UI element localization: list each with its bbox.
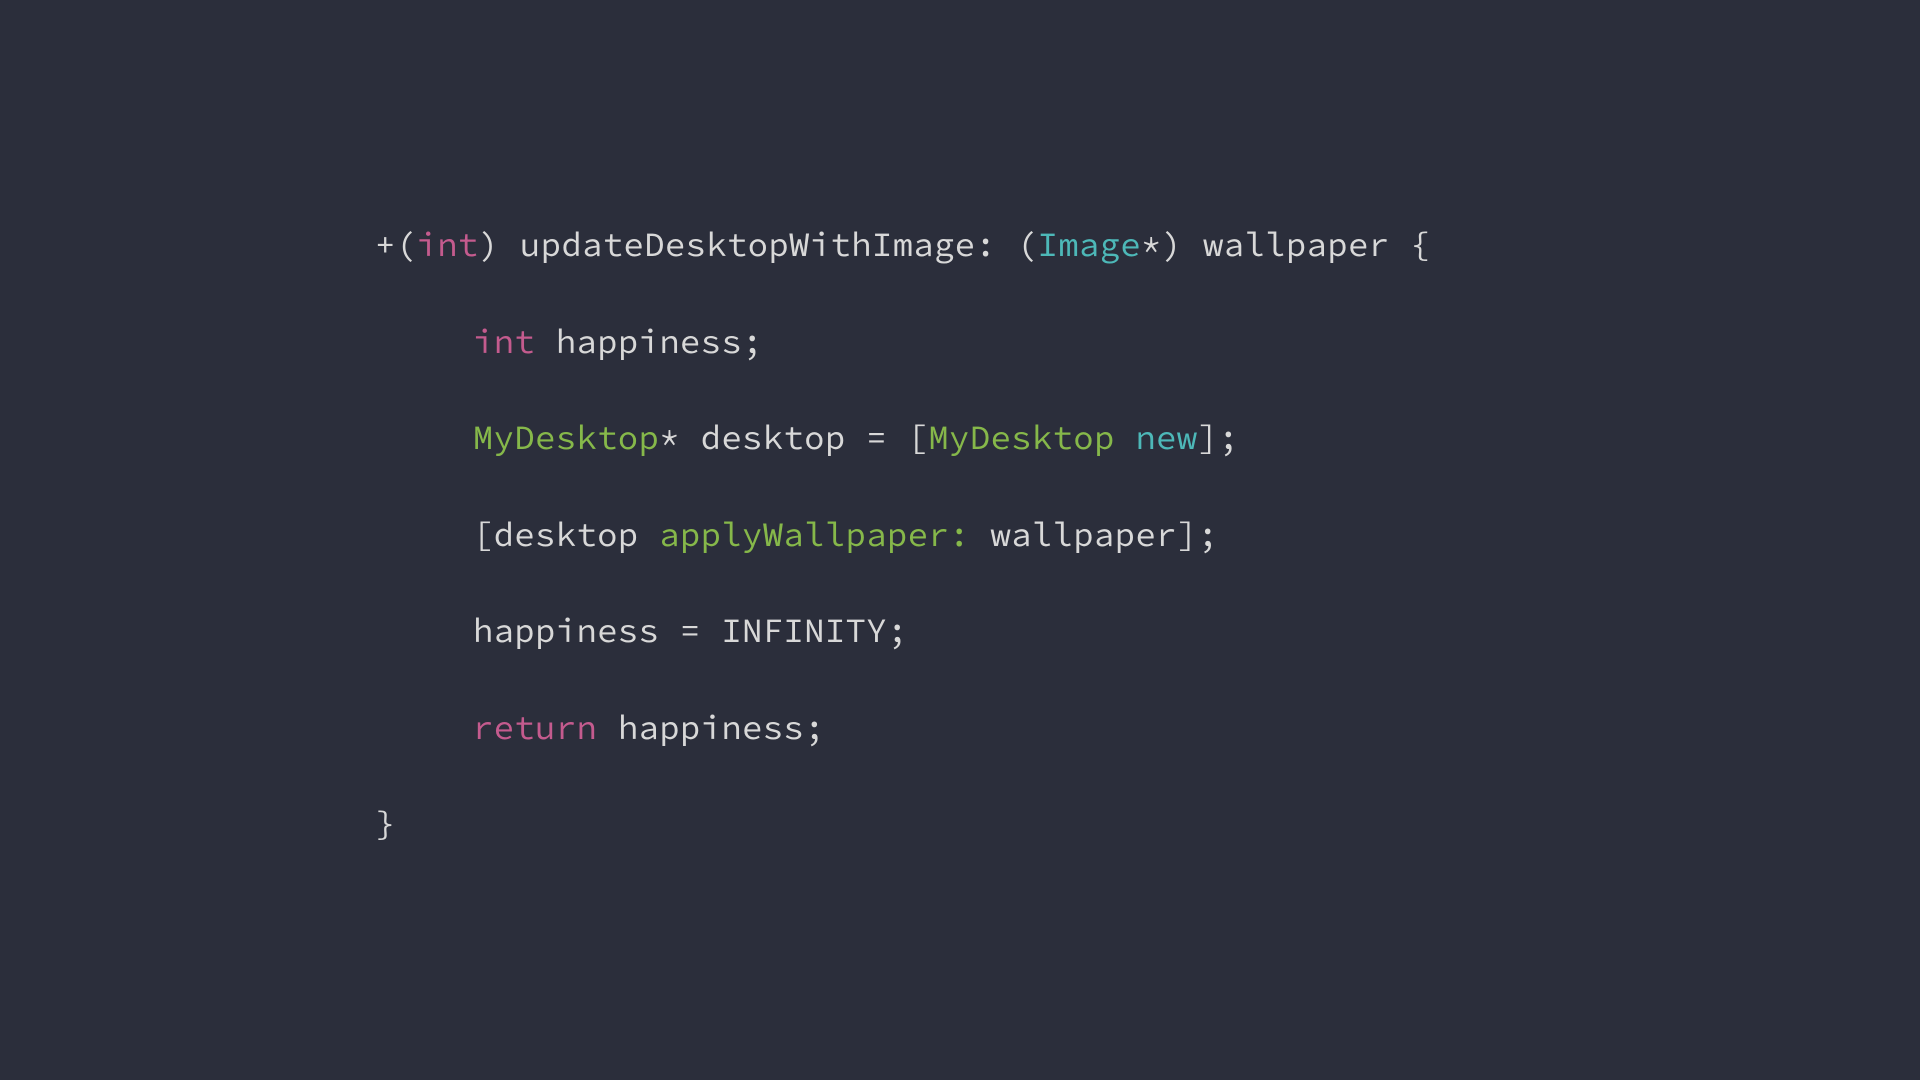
code-token: desktop: [494, 514, 639, 556]
code-token: return: [473, 707, 597, 749]
code-token: [: [908, 417, 929, 459]
code-token: [499, 224, 520, 266]
code-token: desktop: [701, 417, 846, 459]
code-line-2: int happiness;: [375, 318, 1431, 366]
code-token: ): [1162, 224, 1183, 266]
code-token: [597, 707, 618, 749]
code-token: (: [396, 224, 417, 266]
code-token: ): [479, 224, 500, 266]
code-token: =: [680, 610, 701, 652]
code-token: [659, 610, 680, 652]
code-token: MyDesktop: [473, 417, 659, 459]
code-token: [996, 224, 1017, 266]
code-token: new: [1135, 417, 1197, 459]
code-token: [1182, 224, 1203, 266]
code-token: ]: [1177, 514, 1198, 556]
code-block: +(int) updateDesktopWithImage: (Image*) …: [0, 173, 1431, 897]
code-token: =: [866, 417, 887, 459]
code-token: ;: [1197, 514, 1218, 556]
code-token: [1115, 417, 1136, 459]
code-token: happiness: [618, 707, 804, 749]
code-token: ]: [1197, 417, 1218, 459]
code-token: wallpaper: [990, 514, 1176, 556]
code-token: ;: [804, 707, 825, 749]
code-token: ;: [1218, 417, 1239, 459]
code-line-6: return happiness;: [375, 704, 1431, 752]
code-token: ;: [887, 610, 908, 652]
code-token: (: [1017, 224, 1038, 266]
code-token: *: [1141, 224, 1162, 266]
code-token: [846, 417, 867, 459]
code-line-1: +(int) updateDesktopWithImage: (Image*) …: [375, 221, 1431, 269]
code-token: *: [659, 417, 680, 459]
code-token: [970, 514, 991, 556]
code-token: [: [473, 514, 494, 556]
code-token: [535, 321, 556, 363]
code-token: happiness: [556, 321, 742, 363]
code-token: happiness: [473, 610, 659, 652]
code-token: [1389, 224, 1410, 266]
code-line-5: happiness = INFINITY;: [375, 607, 1431, 655]
code-token: int: [416, 224, 478, 266]
code-token: ;: [742, 321, 763, 363]
code-token: [639, 514, 660, 556]
code-token: [701, 610, 722, 652]
code-token: MyDesktop: [928, 417, 1114, 459]
code-line-7: }: [375, 800, 1431, 848]
code-token: +: [375, 224, 396, 266]
code-line-4: [desktop applyWallpaper: wallpaper];: [375, 511, 1431, 559]
code-token: updateDesktopWithImage:: [520, 224, 996, 266]
code-token: applyWallpaper:: [659, 514, 970, 556]
code-token: int: [473, 321, 535, 363]
code-token: {: [1410, 224, 1431, 266]
code-token: INFINITY: [721, 610, 887, 652]
code-token: wallpaper: [1203, 224, 1389, 266]
code-token: }: [375, 803, 396, 845]
code-token: [887, 417, 908, 459]
code-token: Image: [1037, 224, 1141, 266]
code-line-3: MyDesktop* desktop = [MyDesktop new];: [375, 414, 1431, 462]
code-token: [680, 417, 701, 459]
